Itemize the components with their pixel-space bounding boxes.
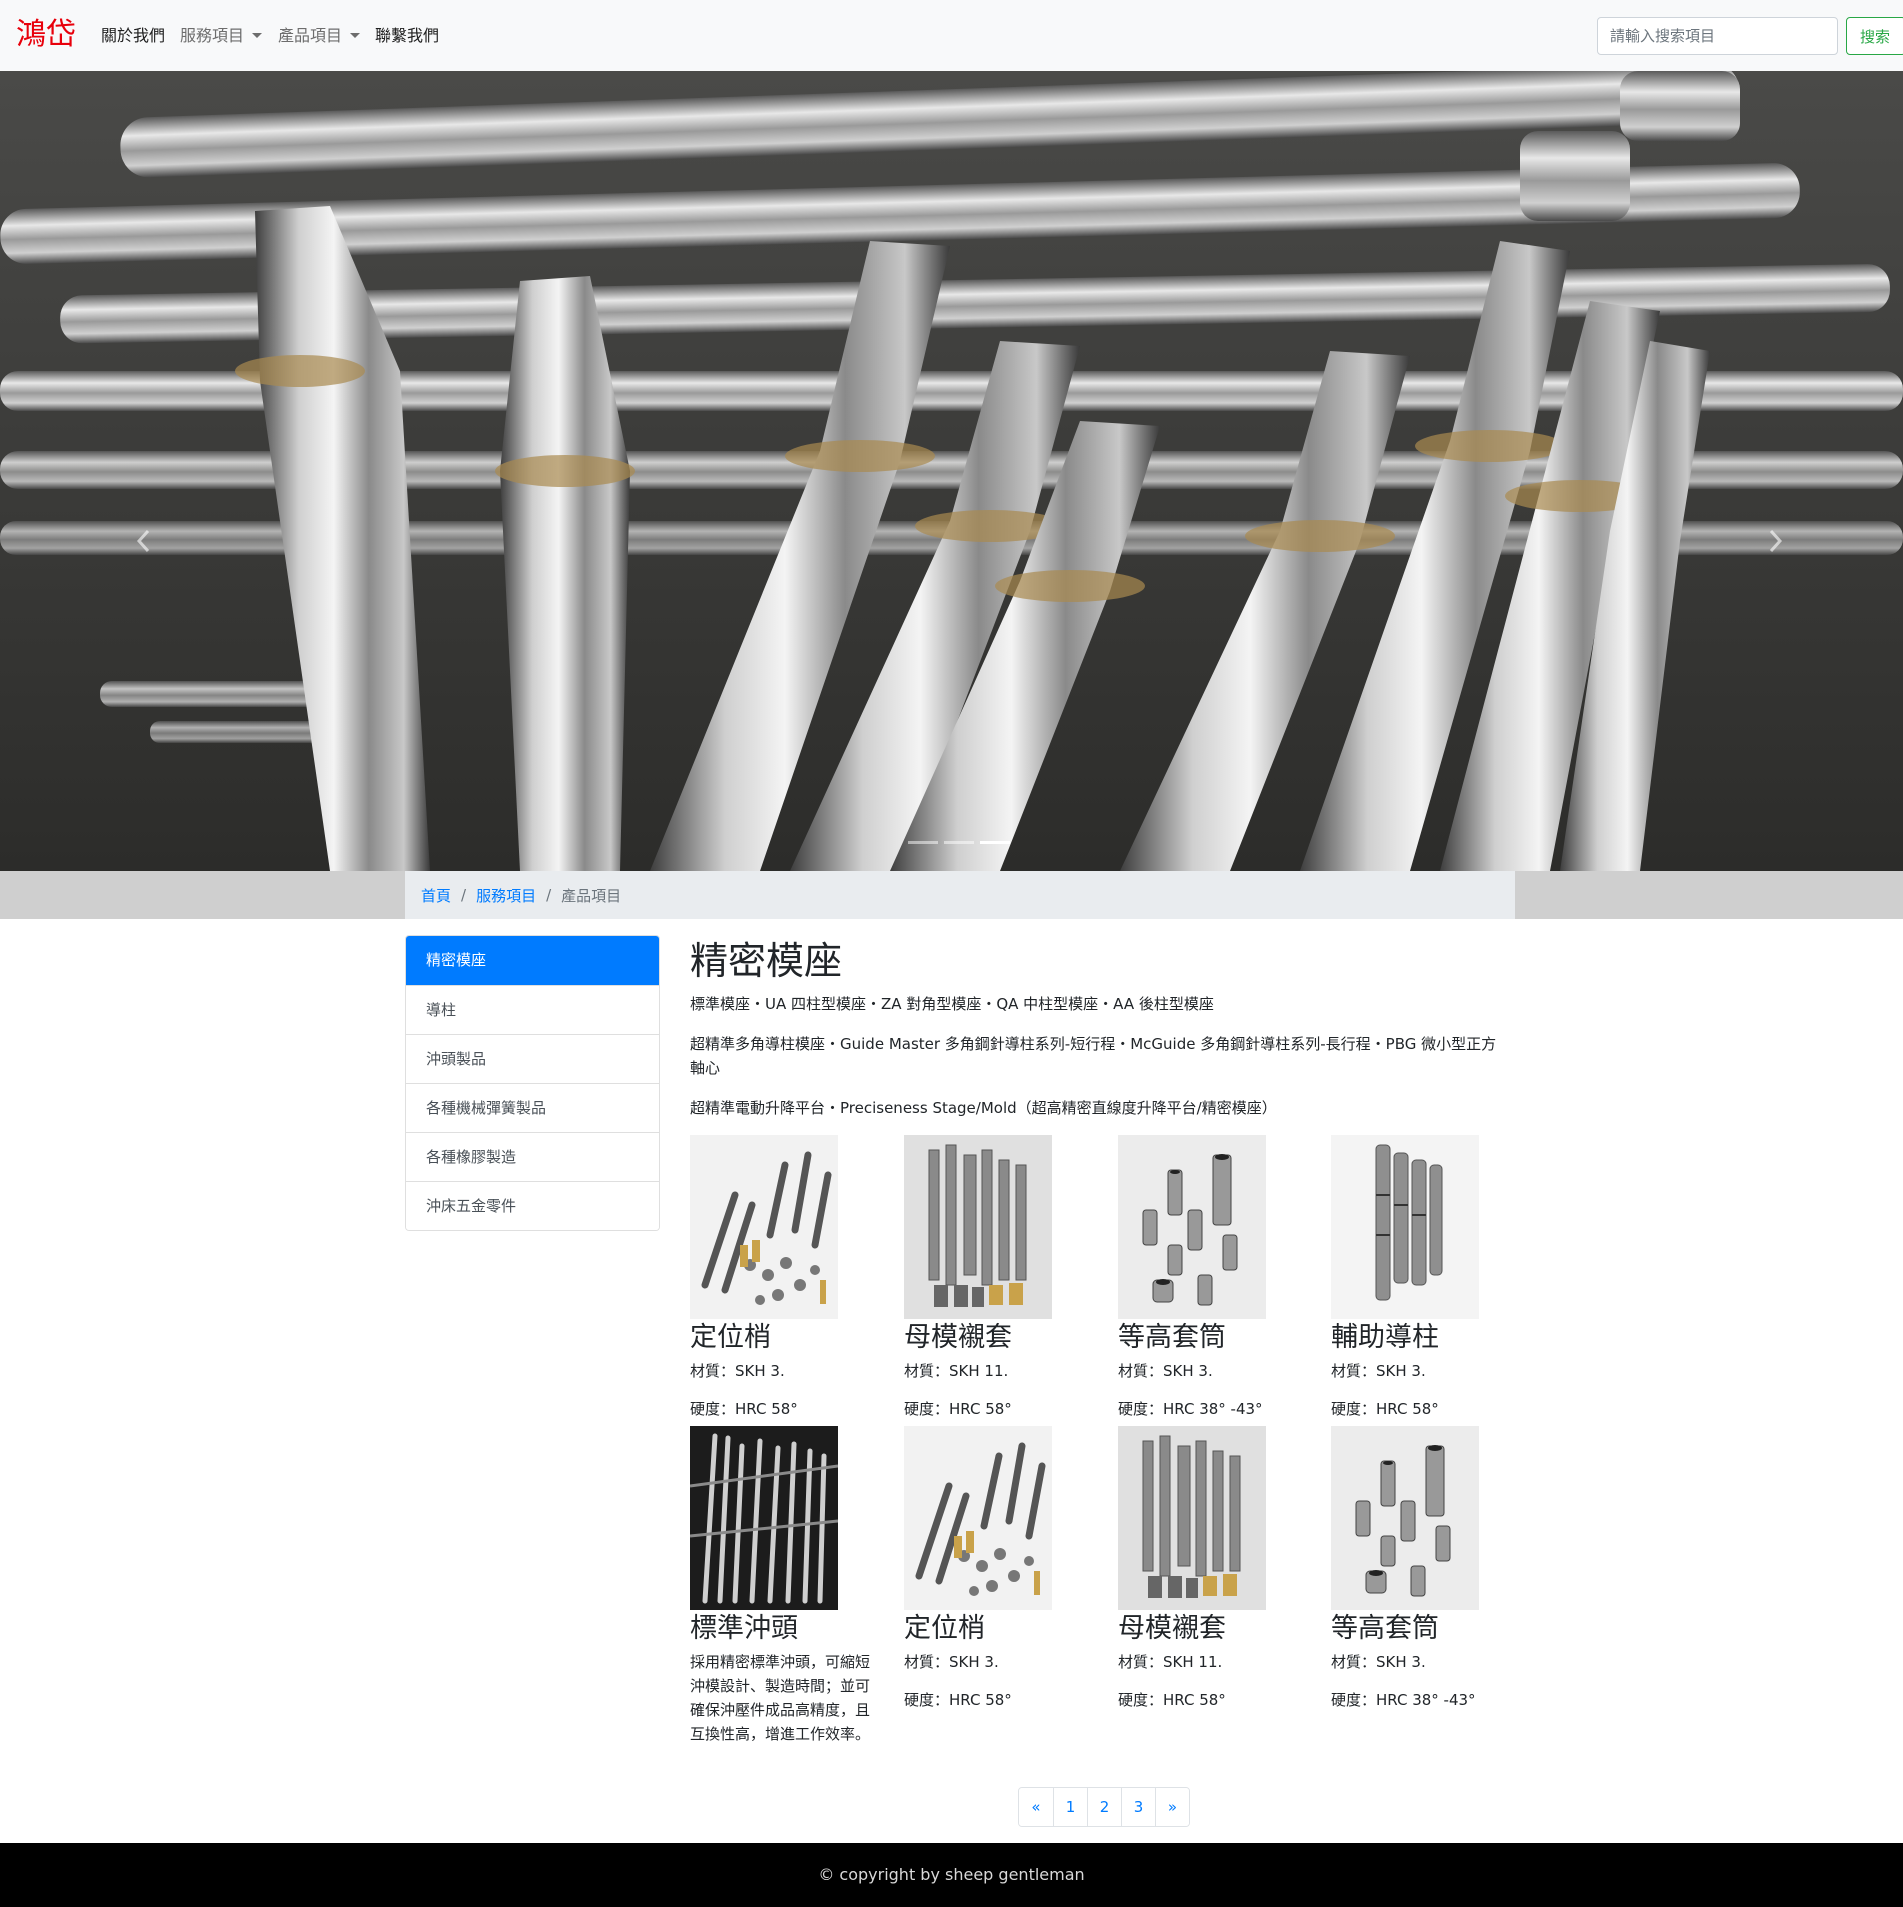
breadcrumb-separator: / — [546, 886, 552, 904]
pagination-prev[interactable]: « — [1019, 1788, 1053, 1826]
sidebar-item-guide-post[interactable]: 導柱 — [406, 985, 659, 1034]
product-material: 材質：SKH 3. — [904, 1653, 999, 1671]
sidebar-item-rubber[interactable]: 各種橡膠製造 — [406, 1132, 659, 1181]
sidebar-item-precision-die-set[interactable]: 精密模座 — [406, 936, 659, 985]
page-title: 精密模座 — [690, 939, 843, 983]
pagination: « 1 2 3 » — [1018, 1787, 1190, 1827]
carousel-prev-control[interactable] — [132, 526, 156, 556]
product-description: 採用精密標準沖頭，可縮短沖模設計、製造時間；並可確保沖壓件成品高精度，且互換性高… — [690, 1653, 871, 1743]
product-material: 材質：SKH 3. — [690, 1362, 785, 1380]
chevron-right-icon — [1769, 529, 1783, 553]
product-card[interactable]: 定位梢 材質：SKH 3. 硬度：HRC 58° — [904, 1426, 1084, 1712]
product-name: 母模襯套 — [904, 1322, 1012, 1353]
nav-link-about[interactable]: 關於我們 — [101, 24, 165, 48]
product-card[interactable]: 母模襯套 材質：SKH 11. 硬度：HRC 58° — [904, 1135, 1084, 1421]
breadcrumb-home[interactable]: 首頁 — [421, 885, 451, 906]
category-sidebar: 精密模座 導柱 沖頭製品 各種機械彈簧製品 各種橡膠製造 沖床五金零件 — [405, 935, 660, 1231]
product-material: 材質：SKH 3. — [1118, 1362, 1213, 1380]
caret-down-icon — [350, 33, 361, 38]
product-name: 定位梢 — [690, 1322, 771, 1353]
product-card[interactable]: 定位梢 材質：SKH 3. 硬度：HRC 58° — [690, 1135, 870, 1421]
intro-paragraph-3: 超精準電動升降平台・Preciseness Stage/Mold（超高精密直線度… — [690, 1099, 1277, 1117]
product-image-dowel-pins — [904, 1426, 1052, 1610]
sidebar-item-press-parts[interactable]: 沖床五金零件 — [406, 1181, 659, 1230]
intro-paragraph-1: 標準模座・UA 四柱型模座・ZA 對角型模座・QA 中柱型模座・AA 後柱型模座 — [690, 995, 1214, 1013]
nav-dropdown-products[interactable]: 產品項目 — [278, 24, 361, 48]
product-name: 等高套筒 — [1331, 1613, 1439, 1644]
nav-dropdown-services[interactable]: 服務項目 — [180, 24, 263, 48]
sidebar-item-punch-products[interactable]: 沖頭製品 — [406, 1034, 659, 1083]
footer: © copyright by sheep gentleman — [0, 1843, 1903, 1907]
product-material: 材質：SKH 3. — [1331, 1653, 1426, 1671]
product-hardness: 硬度：HRC 38° -43° — [1331, 1691, 1476, 1709]
product-image-die-bushing — [904, 1135, 1052, 1319]
pagination-page-3[interactable]: 3 — [1121, 1788, 1155, 1826]
product-hardness: 硬度：HRC 38° -43° — [1118, 1400, 1263, 1418]
product-material: 材質：SKH 3. — [1331, 1362, 1426, 1380]
intro-paragraph-2: 超精準多角導柱模座・Guide Master 多角鋼針導柱系列-短行程・McGu… — [690, 1035, 1497, 1077]
product-name: 輔助導柱 — [1331, 1322, 1439, 1353]
nav-dropdown-services-label: 服務項目 — [180, 26, 245, 45]
product-image-standard-punch — [690, 1426, 838, 1610]
search-button[interactable]: 搜索 — [1846, 17, 1903, 55]
chevron-left-icon — [136, 529, 150, 553]
breadcrumb-services[interactable]: 服務項目 — [476, 885, 536, 906]
product-name: 定位梢 — [904, 1613, 985, 1644]
hero-steel-pins-image — [0, 71, 1903, 871]
product-hardness: 硬度：HRC 58° — [1118, 1691, 1226, 1709]
breadcrumb-current: 產品項目 — [561, 886, 622, 905]
sidebar-item-springs[interactable]: 各種機械彈簧製品 — [406, 1083, 659, 1132]
nav-link-contact[interactable]: 聯繫我們 — [375, 24, 439, 48]
product-card[interactable]: 等高套筒 材質：SKH 3. 硬度：HRC 38° -43° — [1331, 1426, 1511, 1712]
carousel-indicator-1[interactable] — [908, 841, 938, 844]
product-image-die-bushing — [1118, 1426, 1266, 1610]
product-material: 材質：SKH 11. — [904, 1362, 1009, 1380]
pagination-page-1[interactable]: 1 — [1053, 1788, 1087, 1826]
product-hardness: 硬度：HRC 58° — [904, 1691, 1012, 1709]
pagination-next[interactable]: » — [1155, 1788, 1189, 1826]
search-input[interactable] — [1597, 17, 1838, 55]
product-image-shoulder-sleeve — [1118, 1135, 1266, 1319]
product-image-dowel-pins — [690, 1135, 838, 1319]
product-card[interactable]: 母模襯套 材質：SKH 11. 硬度：HRC 58° — [1118, 1426, 1298, 1712]
product-hardness: 硬度：HRC 58° — [904, 1400, 1012, 1418]
product-name: 等高套筒 — [1118, 1322, 1226, 1353]
product-image-shoulder-sleeve — [1331, 1426, 1479, 1610]
footer-copyright: © copyright by sheep gentleman — [818, 1865, 1085, 1884]
product-material: 材質：SKH 11. — [1118, 1653, 1223, 1671]
product-image-auxiliary-guide-post — [1331, 1135, 1479, 1319]
product-hardness: 硬度：HRC 58° — [690, 1400, 798, 1418]
carousel-indicator-2[interactable] — [944, 841, 974, 844]
breadcrumb: 首頁 / 服務項目 / 產品項目 — [405, 871, 1515, 919]
product-hardness: 硬度：HRC 58° — [1331, 1400, 1439, 1418]
caret-down-icon — [252, 33, 263, 38]
carousel-indicator-3[interactable] — [980, 841, 1010, 844]
product-name: 母模襯套 — [1118, 1613, 1226, 1644]
product-card[interactable]: 輔助導柱 材質：SKH 3. 硬度：HRC 58° — [1331, 1135, 1511, 1421]
carousel-next-control[interactable] — [1763, 526, 1787, 556]
breadcrumb-separator: / — [461, 886, 467, 904]
product-card[interactable]: 等高套筒 材質：SKH 3. 硬度：HRC 38° -43° — [1118, 1135, 1298, 1421]
product-card[interactable]: 標準沖頭 採用精密標準沖頭，可縮短沖模設計、製造時間；並可確保沖壓件成品高精度，… — [690, 1426, 870, 1746]
top-navbar: 鴻岱 關於我們 服務項目 產品項目 聯繫我們 搜索 — [0, 0, 1903, 71]
hero-carousel — [0, 71, 1903, 871]
nav-dropdown-products-label: 產品項目 — [278, 26, 343, 45]
brand-logo[interactable]: 鴻岱 — [16, 16, 76, 54]
product-name: 標準沖頭 — [690, 1613, 798, 1644]
pagination-page-2[interactable]: 2 — [1087, 1788, 1121, 1826]
